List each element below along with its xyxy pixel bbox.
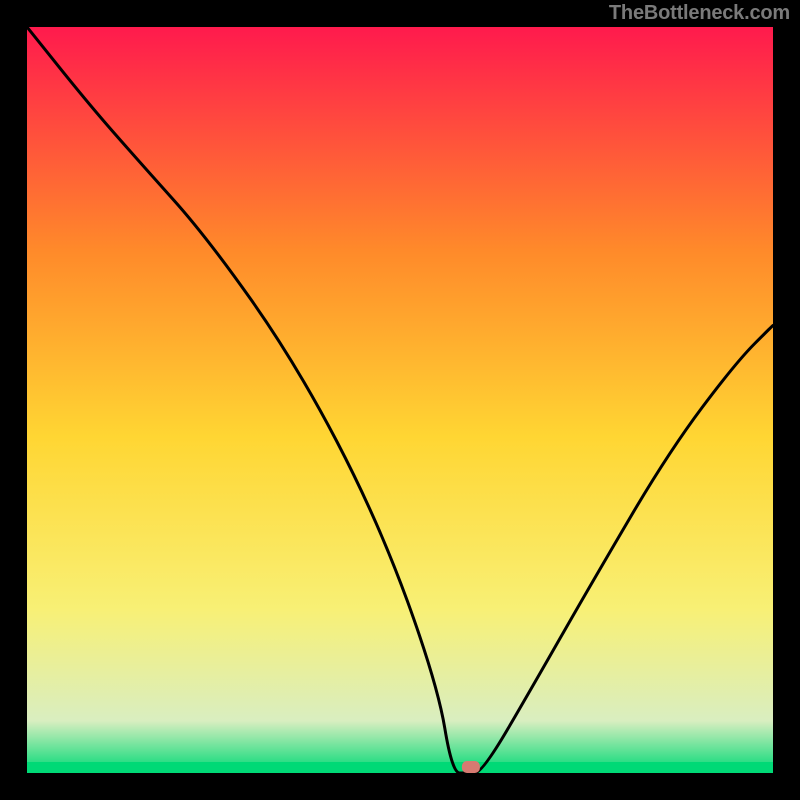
gradient-background [27,27,773,773]
plot-svg [27,27,773,773]
optimal-point-marker [462,761,480,773]
green-baseline-band [27,762,773,773]
plot-area [27,27,773,773]
watermark-text: TheBottleneck.com [609,2,790,25]
chart-frame: TheBottleneck.com [0,0,800,800]
